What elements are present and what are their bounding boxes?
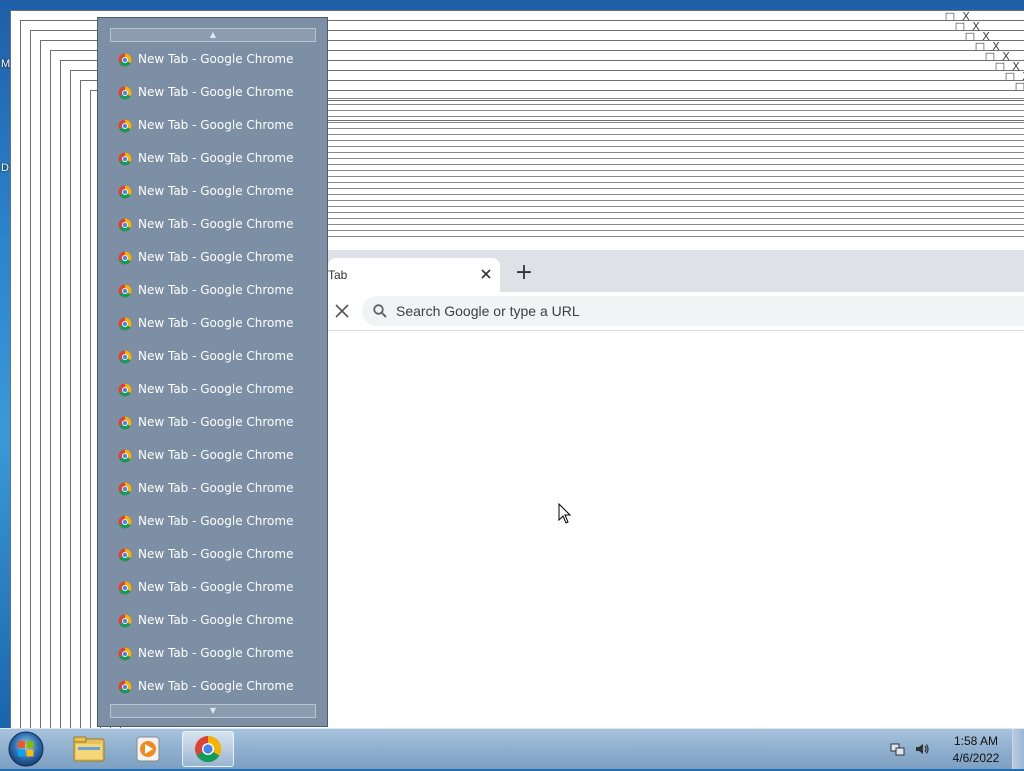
- system-tray: 1:58 AM 4/6/2022: [884, 729, 1024, 769]
- window-list-item-label: New Tab - Google Chrome: [138, 547, 294, 561]
- window-list-item-label: New Tab - Google Chrome: [138, 679, 294, 693]
- chrome-icon: [118, 449, 132, 463]
- window-list-item[interactable]: New Tab - Google Chrome: [116, 511, 316, 533]
- window-list-item[interactable]: New Tab - Google Chrome: [116, 379, 316, 401]
- window-list-item[interactable]: New Tab - Google Chrome: [116, 115, 316, 137]
- folder-icon: [73, 736, 105, 762]
- desktop-icon-label[interactable]: M: [1, 58, 10, 70]
- media-player-icon: [136, 736, 160, 762]
- window-list-item[interactable]: New Tab - Google Chrome: [116, 82, 316, 104]
- window-list-item[interactable]: New Tab - Google Chrome: [116, 313, 316, 335]
- show-desktop-button[interactable]: [1012, 729, 1024, 769]
- taskbar-explorer-button[interactable]: [62, 731, 114, 767]
- chrome-icon: [118, 53, 132, 67]
- scroll-down-button[interactable]: ▼: [110, 704, 316, 718]
- window-list-item-label: New Tab - Google Chrome: [138, 85, 294, 99]
- window-list-item-label: New Tab - Google Chrome: [138, 646, 294, 660]
- window-list-item-label: New Tab - Google Chrome: [138, 118, 294, 132]
- window-list-item[interactable]: New Tab - Google Chrome: [116, 445, 316, 467]
- window-list-item-label: New Tab - Google Chrome: [138, 250, 294, 264]
- chrome-icon: [118, 218, 132, 232]
- chrome-icon: [118, 86, 132, 100]
- windows-logo-icon: [8, 731, 44, 767]
- clock-date[interactable]: 4/6/2022: [936, 751, 1016, 765]
- clock-time[interactable]: 1:58 AM: [936, 734, 1016, 748]
- chrome-icon: [118, 614, 132, 628]
- chrome-icon: [195, 735, 222, 763]
- volume-icon[interactable]: [914, 741, 930, 757]
- window-list-item-label: New Tab - Google Chrome: [138, 151, 294, 165]
- scroll-up-button[interactable]: ▲: [110, 28, 316, 42]
- chrome-toolbar: [328, 292, 1024, 331]
- chrome-icon: [118, 548, 132, 562]
- window-list-item[interactable]: New Tab - Google Chrome: [116, 247, 316, 269]
- window-list-item[interactable]: New Tab - Google Chrome: [116, 643, 316, 665]
- taskbar-media-button[interactable]: [122, 731, 174, 767]
- window-list-item-label: New Tab - Google Chrome: [138, 349, 294, 363]
- chrome-icon: [118, 647, 132, 661]
- stop-loading-button[interactable]: [330, 299, 354, 323]
- window-list-item[interactable]: New Tab - Google Chrome: [116, 49, 316, 71]
- window-list-item[interactable]: New Tab - Google Chrome: [116, 214, 316, 236]
- chrome-icon: [118, 383, 132, 397]
- chrome-page-content[interactable]: [328, 331, 1024, 728]
- new-tab-button[interactable]: +: [512, 262, 536, 286]
- window-list-item-label: New Tab - Google Chrome: [138, 580, 294, 594]
- window-list-item[interactable]: New Tab - Google Chrome: [116, 181, 316, 203]
- chrome-icon: [118, 581, 132, 595]
- window-list-item[interactable]: New Tab - Google Chrome: [116, 544, 316, 566]
- taskbar: 1:58 AM 4/6/2022: [0, 728, 1024, 769]
- chrome-icon: [118, 515, 132, 529]
- window-list-item-label: New Tab - Google Chrome: [138, 613, 294, 627]
- window-list-item-label: New Tab - Google Chrome: [138, 316, 294, 330]
- chrome-icon: [118, 350, 132, 364]
- chrome-icon: [118, 317, 132, 331]
- window-list-item[interactable]: New Tab - Google Chrome: [116, 577, 316, 599]
- chrome-icon: [118, 482, 132, 496]
- window-list-item[interactable]: New Tab - Google Chrome: [116, 676, 316, 698]
- window-list-item-label: New Tab - Google Chrome: [138, 283, 294, 297]
- desktop-icon-label[interactable]: D: [1, 162, 9, 174]
- window-list-item-label: New Tab - Google Chrome: [138, 415, 294, 429]
- chrome-icon: [118, 185, 132, 199]
- chrome-icon: [118, 416, 132, 430]
- window-list-item[interactable]: New Tab - Google Chrome: [116, 280, 316, 302]
- window-list-item-label: New Tab - Google Chrome: [138, 481, 294, 495]
- chrome-icon: [118, 251, 132, 265]
- window-list-item-label: New Tab - Google Chrome: [138, 448, 294, 462]
- chrome-tab[interactable]: Tab: [328, 258, 500, 292]
- search-icon: [373, 304, 387, 318]
- window-list-item-label: New Tab - Google Chrome: [138, 52, 294, 66]
- window-list-item-label: New Tab - Google Chrome: [138, 184, 294, 198]
- mouse-cursor-icon: [558, 503, 572, 524]
- chrome-tab-strip: Tab +: [328, 250, 1024, 292]
- window-list-item[interactable]: New Tab - Google Chrome: [116, 148, 316, 170]
- window-list-item[interactable]: New Tab - Google Chrome: [116, 412, 316, 434]
- chrome-icon: [118, 152, 132, 166]
- start-button[interactable]: [6, 730, 46, 768]
- window-list-item-label: New Tab - Google Chrome: [138, 514, 294, 528]
- close-icon[interactable]: [476, 264, 496, 284]
- network-icon[interactable]: [890, 741, 906, 757]
- window-list-item-label: New Tab - Google Chrome: [138, 382, 294, 396]
- chrome-icon: [118, 119, 132, 133]
- chrome-icon: [118, 680, 132, 694]
- tab-title: Tab: [328, 268, 348, 282]
- chrome-icon: [118, 284, 132, 298]
- taskbar-window-list: ▲ New Tab - Google Chrome New Tab - Googl…: [97, 17, 328, 727]
- omnibox[interactable]: [362, 296, 1024, 326]
- window-list-item[interactable]: New Tab - Google Chrome: [116, 346, 316, 368]
- taskbar-chrome-button[interactable]: [182, 731, 234, 767]
- window-list-item[interactable]: New Tab - Google Chrome: [116, 478, 316, 500]
- window-list-item[interactable]: New Tab - Google Chrome: [116, 610, 316, 632]
- window-list-item-label: New Tab - Google Chrome: [138, 217, 294, 231]
- address-input[interactable]: [396, 296, 996, 326]
